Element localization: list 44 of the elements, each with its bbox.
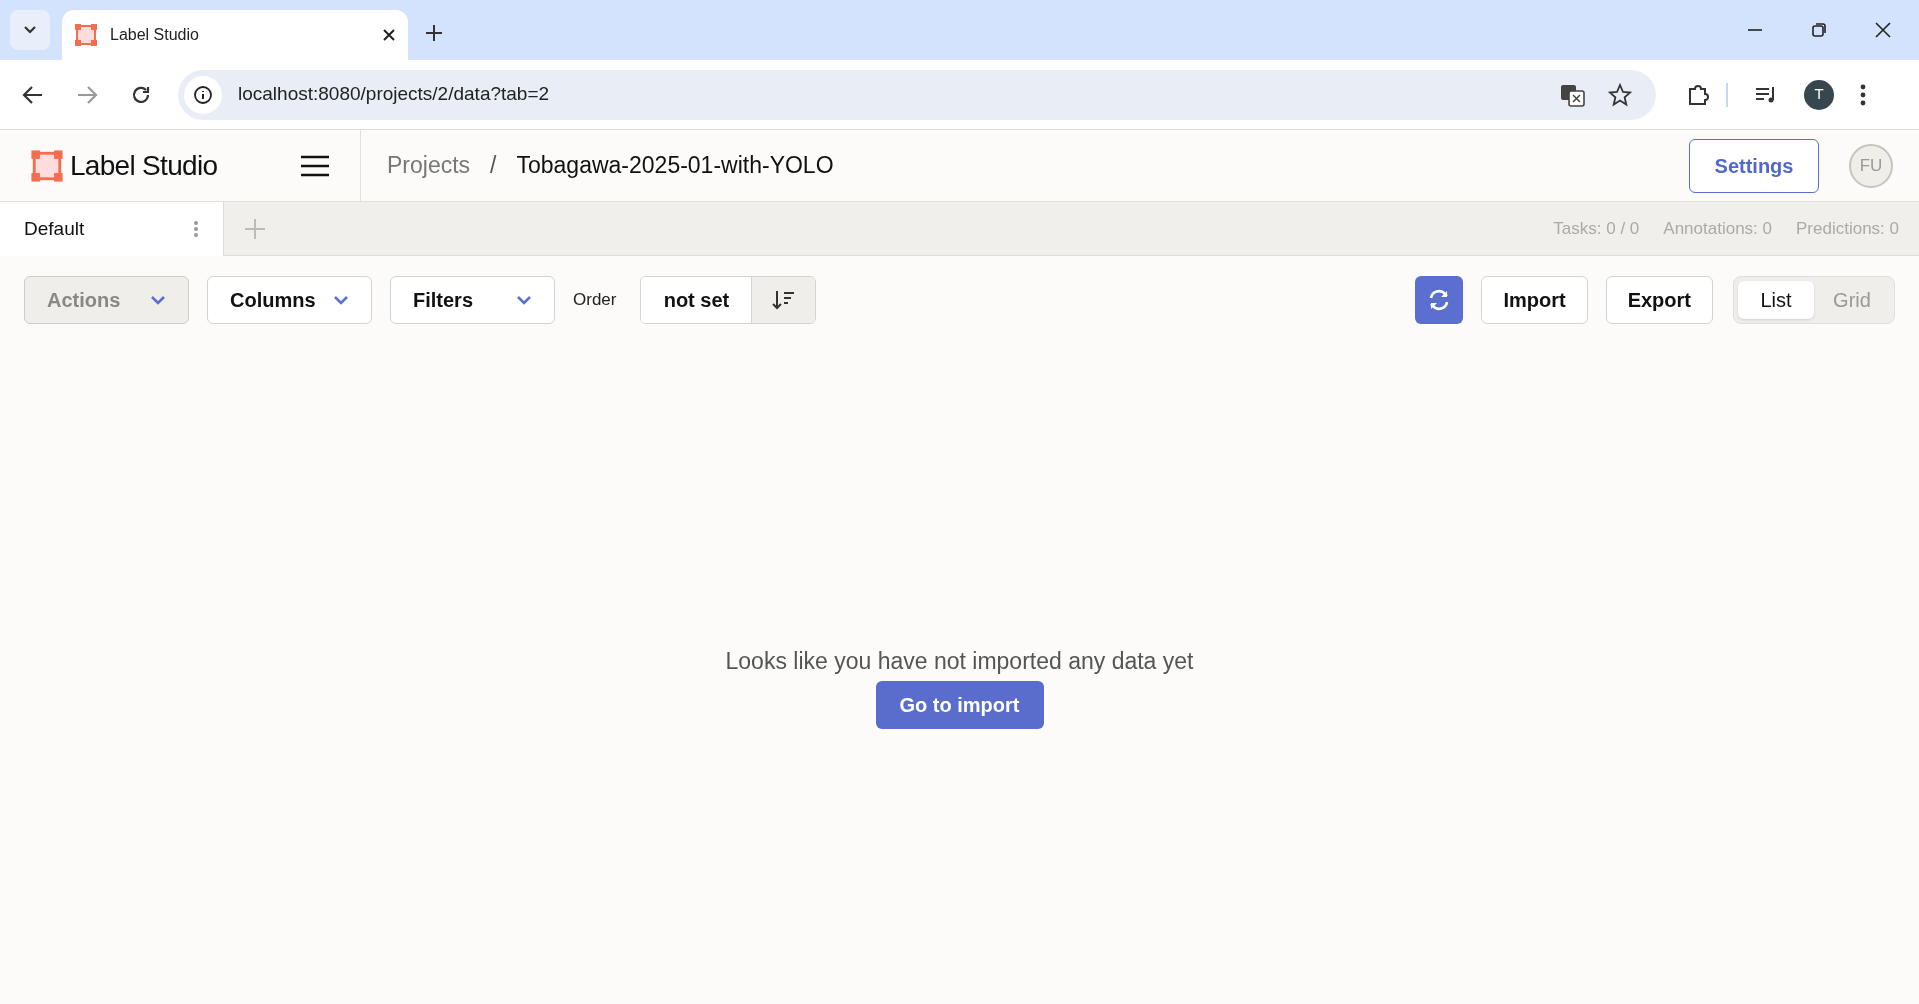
stat-text: Annotations: 0	[1663, 217, 1772, 240]
forward-icon[interactable]	[76, 83, 98, 106]
order-label: Order	[573, 289, 617, 312]
tab-title: Label Studio	[110, 25, 200, 45]
tab-label: Default	[24, 216, 86, 241]
star-icon[interactable]	[1608, 82, 1632, 107]
url-text: localhost:8080/projects/2/data?tab=2	[238, 82, 551, 107]
app-logo-text: Label Studio	[70, 148, 218, 183]
chevron-down-icon	[333, 295, 349, 305]
browser-tab[interactable]: Label Studio	[62, 10, 408, 60]
empty-state-message: Looks like you have not imported any data yet	[725, 647, 1194, 676]
toolbar-button[interactable]: Import	[1481, 276, 1588, 324]
breadcrumb-separator: /	[490, 151, 497, 181]
more-options-icon[interactable]	[1860, 83, 1866, 106]
puzzle-icon[interactable]	[1686, 82, 1710, 107]
chevron-down-icon	[23, 25, 37, 35]
view-toggle-option[interactable]: List	[1738, 281, 1814, 319]
address-bar[interactable]: localhost:8080/projects/2/data?tab=2	[178, 69, 1656, 120]
stat-text: Tasks: 0 / 0	[1553, 217, 1640, 240]
close-icon[interactable]	[382, 28, 396, 42]
toolbar-button[interactable]: Export	[1605, 276, 1713, 324]
info-icon[interactable]	[193, 84, 213, 105]
refresh-button[interactable]	[1415, 276, 1464, 324]
go-to-import-button[interactable]: Go to import	[875, 680, 1044, 729]
sort-icon	[771, 289, 796, 311]
close-icon[interactable]	[1875, 22, 1891, 38]
dropdown-button[interactable]: Columns	[207, 276, 372, 324]
back-icon[interactable]	[22, 83, 44, 106]
restore-icon[interactable]	[1811, 22, 1827, 38]
settings-button[interactable]: Settings	[1689, 138, 1819, 193]
menu-icon[interactable]	[300, 154, 330, 177]
chevron-down-icon	[150, 295, 166, 305]
profile-avatar[interactable]: T	[1804, 79, 1834, 110]
sort-direction-button[interactable]	[751, 277, 816, 323]
project-title: Tobagawa-2025-01-with-YOLO	[516, 151, 834, 181]
logo-icon	[74, 23, 98, 47]
view-tab[interactable]: Default	[0, 202, 224, 256]
order-dropdown[interactable]: not set	[641, 277, 752, 323]
stat-text: Predictions: 0	[1796, 217, 1899, 240]
logo-icon	[30, 148, 64, 183]
dropdown-button[interactable]: Filters	[390, 276, 555, 324]
chevron-down-icon	[516, 295, 532, 305]
new-tab-icon[interactable]	[425, 24, 443, 42]
breadcrumb-link[interactable]: Projects	[387, 148, 471, 183]
